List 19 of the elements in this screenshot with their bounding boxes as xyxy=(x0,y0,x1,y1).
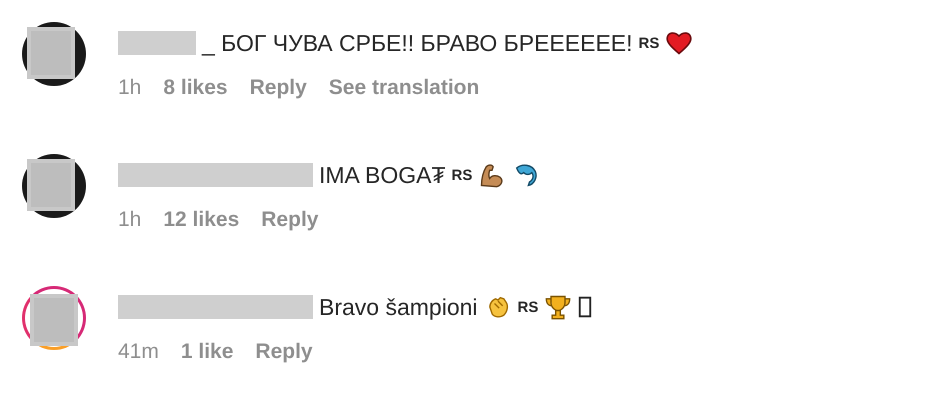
trophy-icon xyxy=(544,293,572,321)
likes-link[interactable]: 1 like xyxy=(180,340,234,364)
comment-time: 41m xyxy=(118,340,159,364)
missing-glyph-icon xyxy=(578,295,592,319)
likes-link[interactable]: 12 likes xyxy=(163,208,240,232)
comment-text: _ БОГ ЧУВА СРБЕ!! БРАВО БРЕЕЕЕЕЕ! xyxy=(202,30,633,56)
comment-time: 1h xyxy=(118,76,142,100)
likes-link[interactable]: 8 likes xyxy=(163,76,228,100)
flag-code: RS xyxy=(518,298,538,316)
see-translation-link[interactable]: See translation xyxy=(328,76,480,100)
heart-icon xyxy=(665,29,694,57)
comment-text: IMA BOGA₮ xyxy=(319,162,446,188)
comment-time: 1h xyxy=(118,208,142,232)
reply-link[interactable]: Reply xyxy=(255,340,313,364)
flag-code: RS xyxy=(452,166,472,184)
comment-text: Bravo šampioni xyxy=(319,294,478,320)
reply-link[interactable]: Reply xyxy=(261,208,318,232)
flag-code: RS xyxy=(638,34,660,52)
reply-link[interactable]: Reply xyxy=(250,76,307,100)
